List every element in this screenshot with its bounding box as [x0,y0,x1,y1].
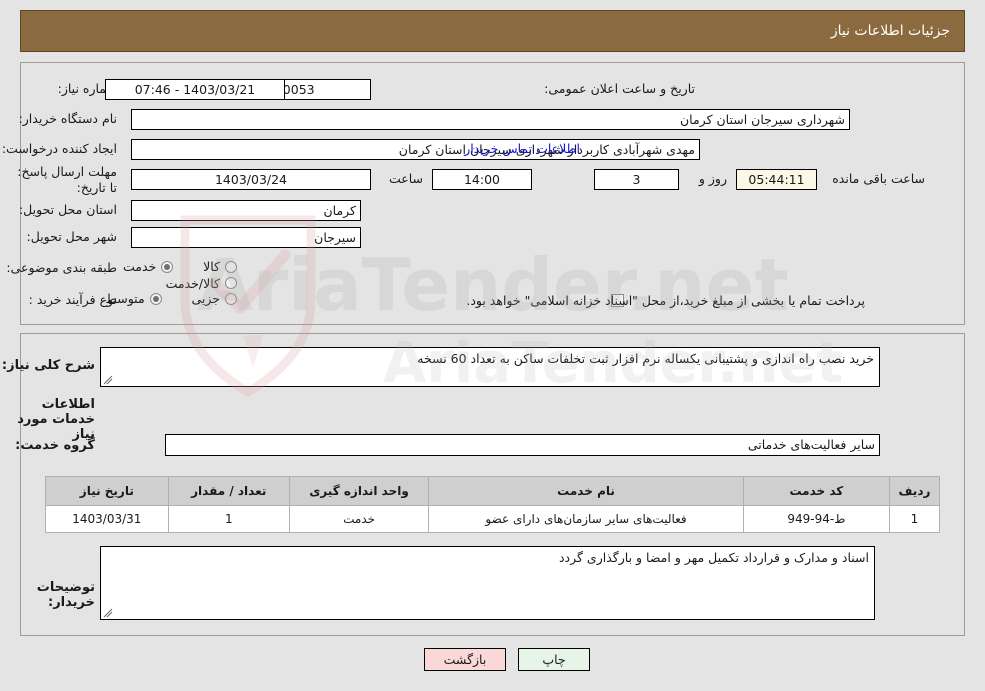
cell-name: فعالیت‌های سایر سازمان‌های دارای عضو [428,505,744,533]
delivery-province-row: استان محل تحویل: [19,202,117,217]
resize-grip-icon[interactable] [103,375,113,385]
delivery-city-value: سیرجان [131,227,361,248]
buyer-notes-label: توضیحات خریدار: [36,580,95,610]
table-col-unit: واحد اندازه گیری [288,476,430,506]
purchase-option-motevaset[interactable]: متوسط [105,291,162,306]
deadline-days-label: روز و [698,171,727,186]
page-title: جزئیات اطلاعات نیاز [830,23,950,39]
requester-value: مهدی شهرآبادی کاربرداز شهرداری سیرجان اس… [131,139,700,160]
buyer-notes-textarea[interactable]: اسناد و مدارک و قرارداد تکمیل مهر و امضا… [100,546,875,620]
print-button[interactable]: چاپ [518,648,590,671]
radio-icon-selected[interactable] [161,260,174,273]
purchase-option-label: جزیی [191,291,220,306]
announce-datetime-label: تاریخ و ساعت اعلان عمومی: [544,81,695,96]
radio-icon[interactable] [225,277,237,289]
service-group-label: گروه خدمت: [15,438,95,453]
deadline-label: مهلت ارسال پاسخ: تا تاریخ: [17,164,117,195]
page-header: جزئیات اطلاعات نیاز [20,10,965,52]
deadline-remaining-label: ساعت باقی مانده [832,171,925,186]
services-table: ردیف کد خدمت نام خدمت واحد اندازه گیری ت… [45,476,941,533]
announce-datetime-value: 1403/03/21 - 07:46 [105,79,285,100]
buyer-notes-value: اسناد و مدارک و قرارداد تکمیل مهر و امضا… [558,550,869,565]
deadline-remaining-value: 05:44:11 [736,169,817,190]
treasury-documents-text: پرداخت تمام یا بخشی از مبلغ خرید،از محل … [466,293,865,308]
deadline-time-value: 14:00 [432,169,532,190]
cell-quantity: 1 [167,505,290,533]
table-col-row: ردیف [888,476,941,506]
delivery-city-label: شهر محل تحویل: [26,229,117,244]
service-group-value[interactable]: سایر فعالیت‌های خدماتی [165,434,880,456]
buyer-org-value: شهرداری سیرجان استان کرمان [131,109,850,130]
deadline-days-value: 3 [594,169,679,190]
purchase-option-jozii[interactable]: جزیی [191,291,237,306]
services-section-title: اطلاعات خدمات مورد نیاز [17,397,95,442]
table-row: 1 ط-94-949 فعالیت‌های سایر سازمان‌های دا… [45,505,941,533]
classification-option-label: کالا [203,259,220,274]
classification-option-label: کالا/خدمت [165,275,220,291]
deadline-time-label: ساعت [388,171,423,186]
delivery-province-value: کرمان [131,200,361,221]
table-col-quantity: تعداد / مقدار [167,476,290,506]
radio-icon[interactable] [225,292,237,305]
cell-code: ط-94-949 [742,505,890,533]
announce-datetime-row: تاریخ و ساعت اعلان عمومی: [544,81,695,96]
table-col-code: کد خدمت [742,476,890,506]
classification-option-kala-khedmat[interactable]: کالا/خدمت [166,276,237,291]
general-desc-label: شرح کلی نیاز: [1,358,95,373]
buyer-org-row: نام دستگاه خریدار: [19,111,117,126]
buyer-org-label: نام دستگاه خریدار: [18,111,117,126]
cell-unit: خدمت [288,505,430,533]
purchase-option-label: متوسط [105,291,145,306]
delivery-province-label: استان محل تحویل: [18,202,117,217]
requester-row: ایجاد کننده درخواست: [2,141,117,156]
classification-options: کالا خدمت کالا/خدمت [0,259,237,292]
classification-option-label: خدمت [123,259,157,274]
radio-icon-selected[interactable] [149,292,162,305]
cell-row: 1 [888,505,941,533]
general-desc-value: خرید نصب راه اندازی و پشتیبانی یکساله نر… [417,351,874,366]
requester-label: ایجاد کننده درخواست: [1,141,117,156]
buyer-contact-link[interactable]: اطلاعات تماس خریدار [464,141,580,156]
deadline-date-value: 1403/03/24 [131,169,371,190]
general-desc-textarea[interactable]: خرید نصب راه اندازی و پشتیبانی یکساله نر… [100,347,880,387]
back-button[interactable]: بازگشت [424,648,506,671]
cell-date: 1403/03/31 [45,505,169,533]
delivery-city-row: شهر محل تحویل: [27,229,117,244]
purchase-process-options: جزیی متوسط [79,291,237,308]
classification-option-khedmat[interactable]: خدمت [123,259,174,274]
radio-icon[interactable] [225,260,237,273]
classification-option-kala[interactable]: کالا [203,259,237,274]
resize-grip-icon[interactable] [103,608,113,618]
deadline-label-wrap: مهلت ارسال پاسخ: تا تاریخ: [7,164,117,196]
table-col-name: نام خدمت [428,476,744,506]
table-col-date: تاریخ نیاز [45,476,169,506]
table-header-row: ردیف کد خدمت نام خدمت واحد اندازه گیری ت… [45,476,941,506]
